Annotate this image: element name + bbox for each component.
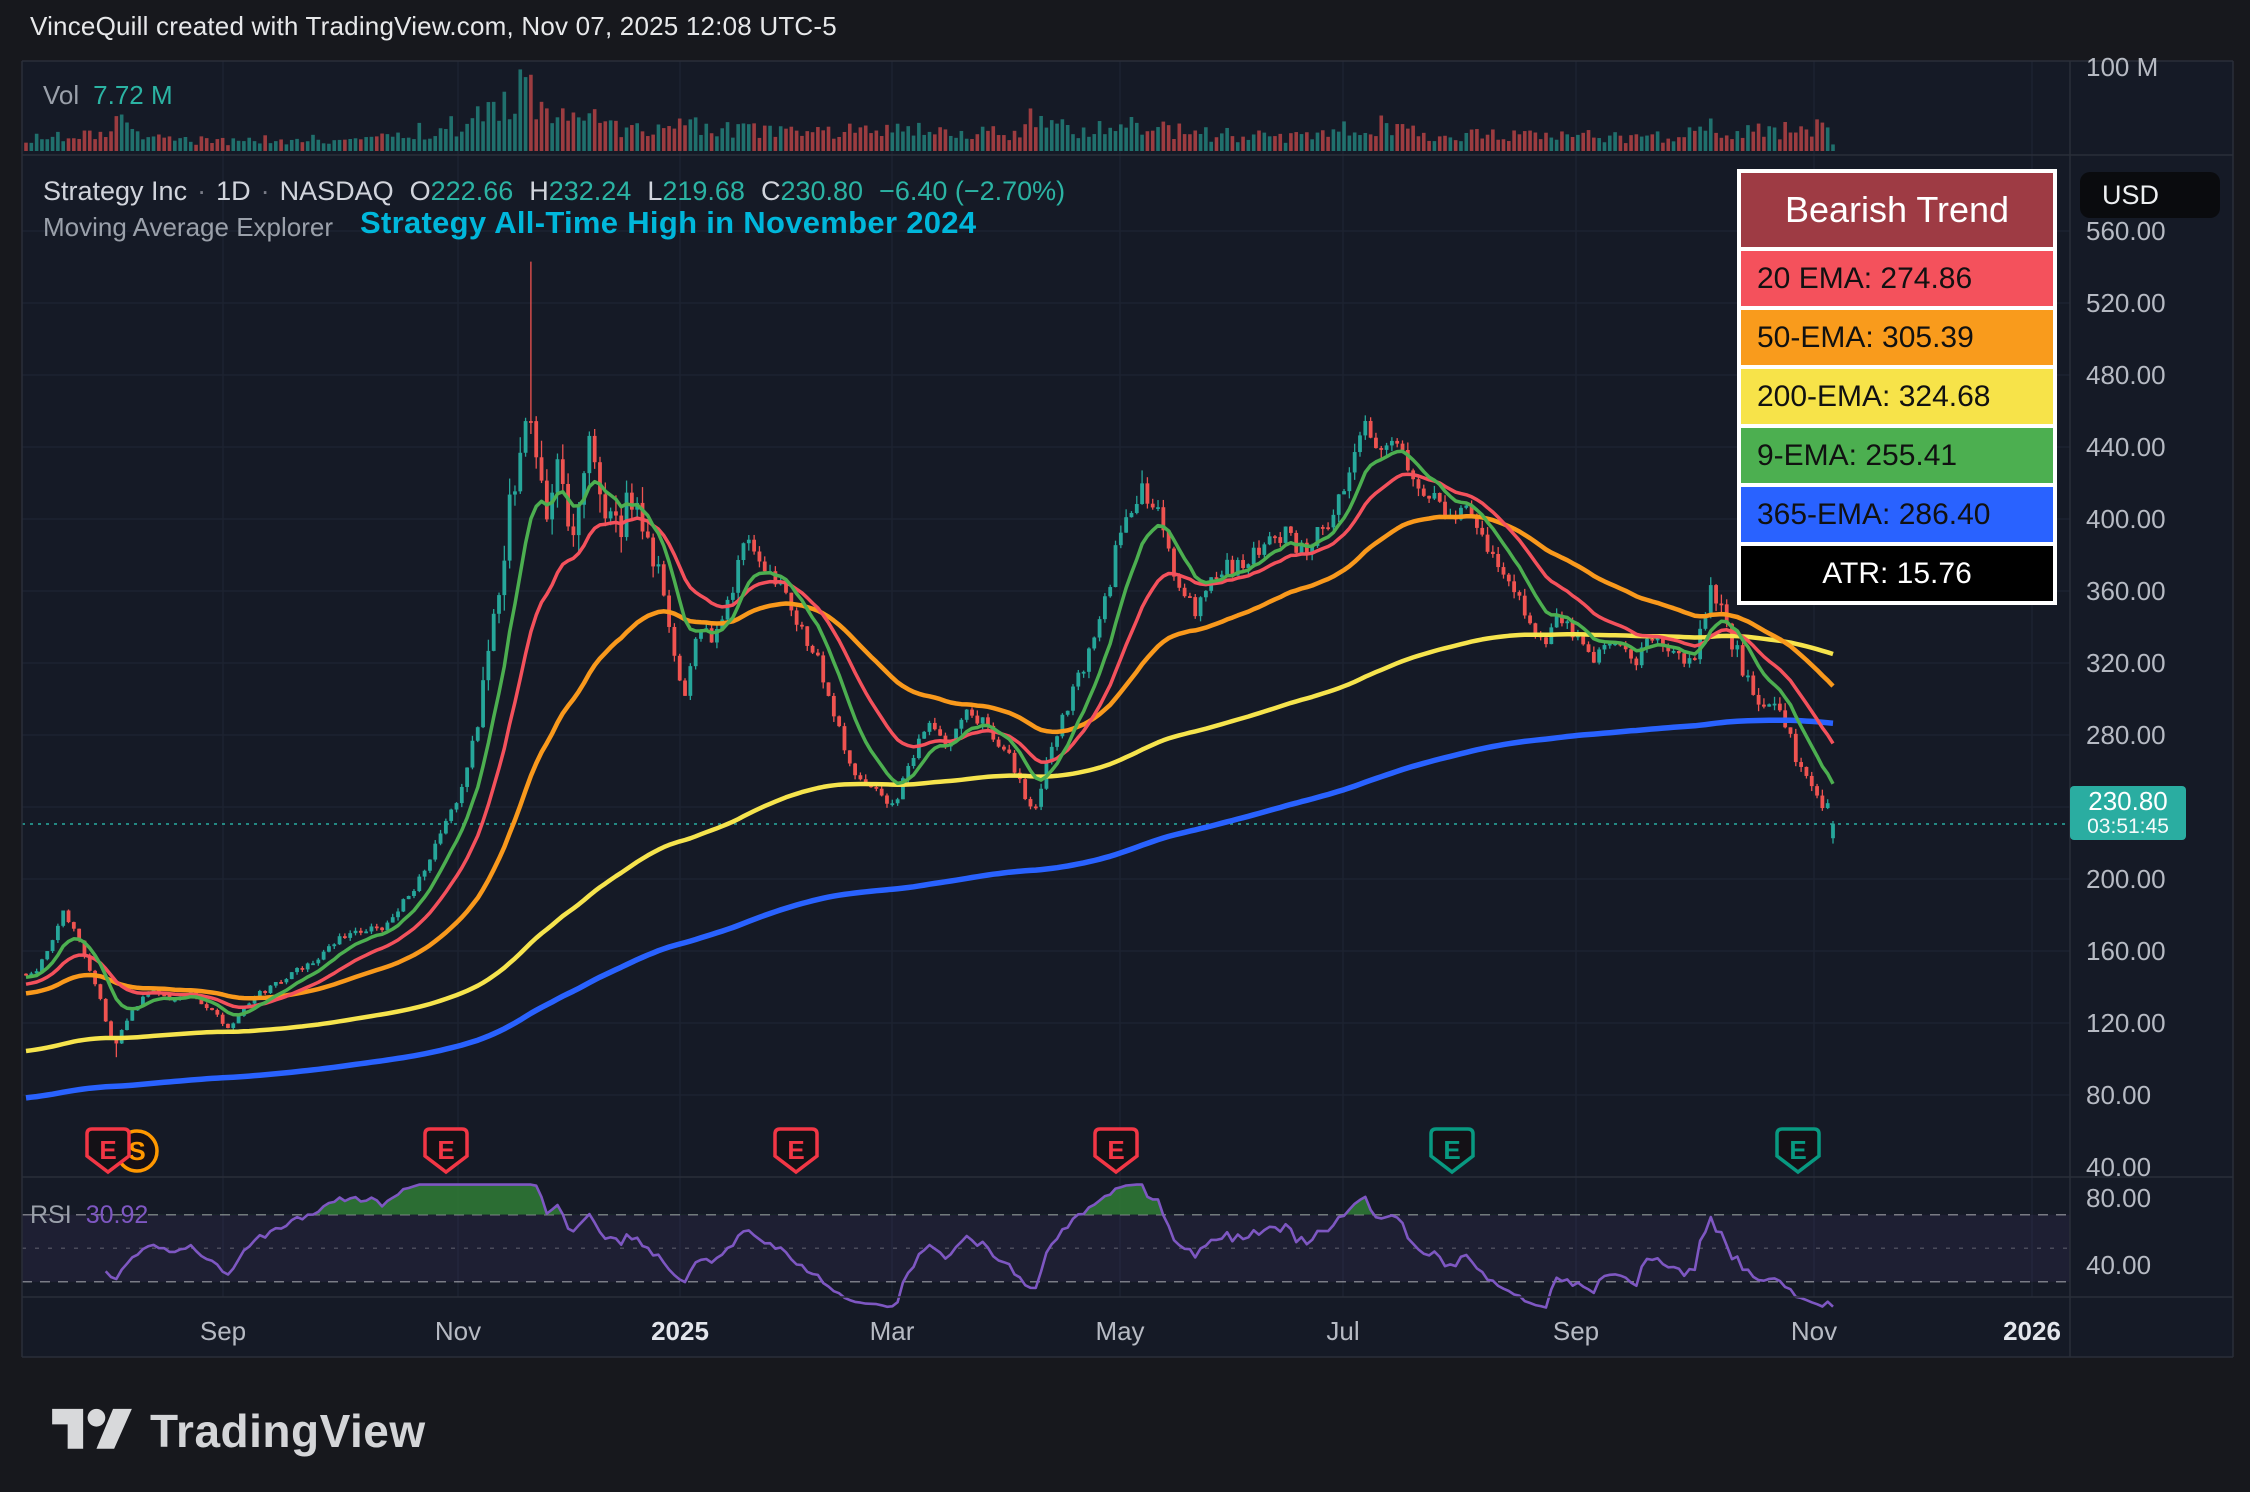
- time-tick-Mar: Mar: [832, 1316, 952, 1347]
- time-tick-Nov: Nov: [1754, 1316, 1874, 1347]
- svg-text:E: E: [99, 1135, 116, 1165]
- earnings-badge-4[interactable]: E: [1091, 1126, 1143, 1187]
- change-value: −6.40 (−2.70%): [879, 176, 1065, 206]
- rsi-legend[interactable]: RSI 30.92: [30, 1201, 148, 1230]
- earnings-badge-6[interactable]: E: [1773, 1126, 1825, 1187]
- time-tick-2026: 2026: [1972, 1316, 2092, 1347]
- price-tick-80: 80.00: [2086, 1081, 2226, 1109]
- time-tick-2025: 2025: [620, 1316, 740, 1347]
- tradingview-chart-page: VinceQuill created with TradingView.com,…: [0, 0, 2250, 1492]
- price-tick-120: 120.00: [2086, 1009, 2226, 1037]
- rsi-label: RSI: [30, 1201, 72, 1229]
- ath-annotation[interactable]: Strategy All-Time High in November 2024: [360, 205, 976, 241]
- price-tick-320: 320.00: [2086, 649, 2226, 677]
- ohlc-value-H: 232.24: [549, 176, 632, 206]
- ohlc-value-L: 219.68: [662, 176, 745, 206]
- legend-row-5: ATR: 15.76: [1741, 546, 2053, 601]
- svg-text:S: S: [128, 1136, 145, 1166]
- price-tick-560: 560.00: [2086, 217, 2226, 245]
- symbol-interval: 1D: [216, 176, 251, 206]
- svg-text:E: E: [787, 1135, 804, 1165]
- separator-dot: ·: [261, 176, 270, 206]
- legend-row-0: 20 EMA: 274.86: [1741, 251, 2053, 306]
- price-tick-280: 280.00: [2086, 721, 2226, 749]
- legend-row-2: 200-EMA: 324.68: [1741, 369, 2053, 424]
- legend-row-1: 50-EMA: 305.39: [1741, 310, 2053, 365]
- last-price-tag: 230.80 03:51:45: [2070, 786, 2186, 840]
- price-tick-400: 400.00: [2086, 505, 2226, 533]
- ohlc-key-O: O: [410, 176, 431, 206]
- price-tick-520: 520.00: [2086, 289, 2226, 317]
- time-tick-Jul: Jul: [1283, 1316, 1403, 1347]
- price-tick-480: 480.00: [2086, 361, 2226, 389]
- svg-text:E: E: [437, 1135, 454, 1165]
- rsi-value: 30.92: [86, 1201, 149, 1229]
- earnings-badge-1[interactable]: SE: [83, 1126, 161, 1187]
- time-tick-Nov: Nov: [398, 1316, 518, 1347]
- ema-20-line: [26, 474, 1833, 1007]
- symbol-legend[interactable]: Strategy Inc · 1D · NASDAQ O222.66 H232.24 L219…: [43, 176, 1065, 207]
- price-tick-40: 40.00: [2086, 1153, 2226, 1181]
- ohlc-key-C: C: [761, 176, 781, 206]
- tradingview-logo-icon[interactable]: [52, 1400, 132, 1467]
- volume-bars: [24, 69, 1835, 151]
- earnings-badge-3[interactable]: E: [771, 1126, 823, 1187]
- price-tick-200: 200.00: [2086, 865, 2226, 893]
- earnings-badge-2[interactable]: E: [421, 1126, 473, 1187]
- page-title: VinceQuill created with TradingView.com,…: [30, 11, 837, 42]
- svg-text:E: E: [1107, 1135, 1124, 1165]
- ohlc-key-H: H: [529, 176, 549, 206]
- price-tick-440: 440.00: [2086, 433, 2226, 461]
- indicator-legend[interactable]: Moving Average Explorer: [43, 212, 333, 243]
- time-tick-May: May: [1060, 1316, 1180, 1347]
- earnings-badge-5[interactable]: E: [1427, 1126, 1479, 1187]
- volume-value: 7.72 M: [93, 80, 173, 110]
- ema-365-line: [26, 720, 1833, 1098]
- ohlc-value-O: 222.66: [431, 176, 514, 206]
- symbol-exchange: NASDAQ: [280, 176, 394, 206]
- rsi-tick-40: 40.00: [2086, 1251, 2226, 1279]
- volume-label: Vol: [43, 80, 79, 110]
- svg-text:E: E: [1789, 1135, 1806, 1165]
- legend-row-4: 365-EMA: 286.40: [1741, 487, 2053, 542]
- price-tick-160: 160.00: [2086, 937, 2226, 965]
- price-tick-360: 360.00: [2086, 577, 2226, 605]
- bar-countdown: 03:51:45: [2070, 816, 2186, 838]
- tradingview-wordmark[interactable]: TradingView: [150, 1404, 426, 1458]
- trend-legend-header: Bearish Trend: [1741, 173, 2053, 247]
- ohlc-key-L: L: [647, 176, 662, 206]
- trend-legend-box: Bearish Trend 20 EMA: 274.8650-EMA: 305.…: [1737, 169, 2057, 605]
- separator-dot: ·: [197, 176, 206, 206]
- ohlc-value-C: 230.80: [780, 176, 863, 206]
- symbol-name: Strategy Inc: [43, 176, 187, 206]
- currency-button[interactable]: USD: [2080, 172, 2220, 218]
- rsi-tick-80: 80.00: [2086, 1184, 2226, 1212]
- legend-row-3: 9-EMA: 255.41: [1741, 428, 2053, 483]
- volume-axis-tick: 100 M: [2086, 52, 2158, 83]
- candles: [24, 262, 1835, 1058]
- volume-legend[interactable]: Vol 7.72 M: [43, 80, 173, 111]
- svg-text:E: E: [1443, 1135, 1460, 1165]
- time-tick-Sep: Sep: [163, 1316, 283, 1347]
- time-tick-Sep: Sep: [1516, 1316, 1636, 1347]
- last-price-value: 230.80: [2070, 787, 2186, 816]
